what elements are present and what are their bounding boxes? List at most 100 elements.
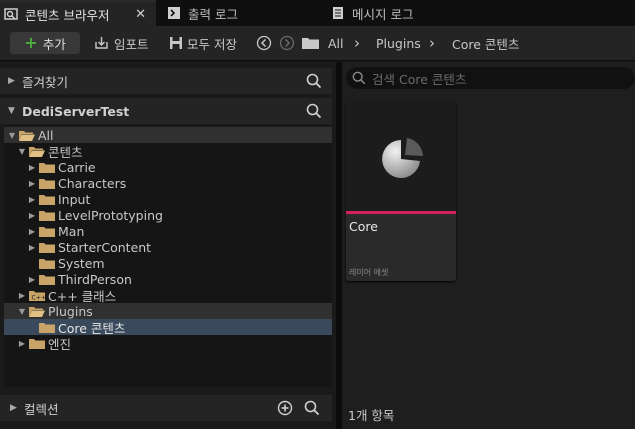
expand-arrow-icon[interactable]: ▶	[27, 275, 37, 284]
folder-icon	[39, 194, 55, 205]
add-button[interactable]: + 추가	[10, 32, 80, 54]
expand-arrow-icon: ▶	[10, 403, 17, 413]
expand-arrow-icon[interactable]: ▶	[27, 163, 37, 172]
expand-arrow-icon[interactable]: ▶	[27, 179, 37, 188]
asset-thumbnail	[346, 103, 456, 211]
collapse-arrow-icon: ▼	[8, 106, 15, 116]
breadcrumb-plugins[interactable]: Plugins	[376, 34, 421, 52]
expand-arrow-icon[interactable]: ▶	[27, 195, 37, 204]
tree-item-label: Plugins	[48, 303, 93, 319]
project-label: DediServerTest	[22, 103, 130, 119]
tab-label: 메시지 로그	[352, 6, 414, 22]
asset-tile[interactable]: Core 레미어 에셋	[346, 103, 456, 281]
folder-icon	[39, 162, 55, 173]
asset-search-input[interactable]: 검색 Core 콘텐츠	[346, 67, 635, 89]
close-icon[interactable]: ✕	[135, 7, 146, 22]
tree-item-label: Input	[58, 191, 91, 207]
item-count: 1개 항목	[348, 408, 395, 423]
import-label: 임포트	[114, 36, 149, 52]
folder-icon	[39, 258, 55, 269]
collections-header[interactable]: ▶ 컬렉션	[0, 395, 332, 421]
breadcrumb-separator[interactable]: ›	[429, 34, 435, 52]
folder-icon	[39, 274, 55, 285]
tree-item-label: 콘텐츠	[48, 144, 83, 160]
folder-open-icon	[29, 146, 45, 157]
back-icon[interactable]	[256, 35, 272, 51]
import-button[interactable]: 임포트	[94, 34, 149, 52]
project-header[interactable]: ▼ DediServerTest	[0, 98, 332, 124]
folder-icon	[302, 38, 319, 49]
search-icon[interactable]	[304, 400, 320, 416]
tab-label: 출력 로그	[188, 6, 238, 22]
tree-item-label: All	[38, 127, 54, 143]
breadcrumb-separator[interactable]: ›	[354, 34, 360, 52]
folder-open-icon	[19, 130, 35, 141]
asset-type-label: 레미어 에셋	[349, 268, 389, 277]
save-all-button[interactable]: 모두 저장	[169, 34, 237, 52]
add-label: 추가	[42, 36, 66, 52]
folder-open-icon	[29, 306, 45, 317]
expand-arrow-icon[interactable]: ▶	[27, 211, 37, 220]
tree-item-label: Carrie	[58, 159, 96, 175]
tab-content-browser[interactable]: 콘텐츠 브라우저 ✕	[0, 0, 156, 26]
breadcrumb-all[interactable]: All	[328, 34, 344, 52]
tree-item[interactable]: ▶ StarterContent	[4, 239, 332, 255]
tree-item[interactable]: ▶ Man	[4, 223, 332, 239]
tree-item[interactable]: ▶ 엔진	[4, 335, 332, 352]
tree-item-label: 엔진	[48, 336, 72, 352]
tab-label: 콘텐츠 브라우저	[25, 7, 110, 23]
plus-icon: +	[24, 33, 38, 52]
toolbar: + 추가 임포트 모두 저장 All › Plugins › Core 콘텐츠	[0, 26, 635, 61]
tab-output-log[interactable]: 출력 로그	[163, 0, 313, 26]
collapse-arrow-icon[interactable]: ▼	[7, 131, 17, 140]
folder-icon	[39, 226, 55, 237]
folder-icon	[29, 338, 45, 349]
tree-item[interactable]: ▶ C++ C++ 클래스	[4, 287, 332, 304]
expand-arrow-icon[interactable]: ▶	[17, 339, 27, 348]
add-collection-icon[interactable]	[277, 400, 293, 416]
asset-view-panel: 검색 Core 콘텐츠 Core 레미어 에셋 1개 항목	[342, 62, 635, 429]
tree-item[interactable]: System	[4, 255, 332, 271]
search-icon	[352, 71, 366, 85]
terminal-icon	[168, 7, 180, 19]
search-icon[interactable]	[306, 73, 322, 89]
forward-icon[interactable]	[279, 35, 295, 51]
tree-item-label: LevelPrototyping	[58, 207, 163, 223]
folder-icon	[39, 242, 55, 253]
tab-bar: 콘텐츠 브라우저 ✕ 출력 로그 메시지 로그	[0, 0, 635, 26]
folder-icon	[39, 178, 55, 189]
breadcrumb-core-content[interactable]: Core 콘텐츠	[452, 34, 519, 52]
pie-chart-icon	[382, 138, 423, 178]
collapse-arrow-icon[interactable]: ▼	[17, 307, 27, 316]
expand-arrow-icon[interactable]: ▶	[17, 291, 27, 300]
message-log-icon	[333, 7, 343, 19]
asset-type-color-bar	[346, 211, 456, 214]
tree-item[interactable]: ▶ Characters	[4, 175, 332, 191]
expand-arrow-icon[interactable]: ▶	[27, 227, 37, 236]
tree-item-label: Characters	[58, 175, 127, 191]
asset-name: Core	[349, 219, 378, 234]
tab-message-log[interactable]: 메시지 로그	[327, 0, 477, 26]
save-all-label: 모두 저장	[187, 36, 237, 52]
tree-item[interactable]: ▶ Input	[4, 191, 332, 207]
tree-item-label: System	[58, 255, 105, 271]
tree-item-label: StarterContent	[58, 239, 152, 255]
tree-item[interactable]: ▶ LevelPrototyping	[4, 207, 332, 223]
expand-arrow-icon: ▶	[8, 76, 15, 86]
tree-item-label: ThirdPerson	[58, 271, 132, 287]
tree-item-label: Man	[58, 223, 85, 239]
search-icon[interactable]	[306, 103, 322, 119]
favorites-header[interactable]: ▶ 즐겨찾기	[0, 68, 332, 94]
save-icon	[170, 37, 182, 49]
tree-item[interactable]: ▶ Carrie	[4, 159, 332, 175]
collapse-arrow-icon[interactable]: ▼	[17, 147, 27, 156]
search-placeholder: 검색 Core 콘텐츠	[372, 71, 467, 87]
expand-arrow-icon[interactable]: ▶	[27, 243, 37, 252]
collections-label: 컬렉션	[24, 401, 59, 417]
tree-item[interactable]: ▼ Plugins	[4, 303, 332, 319]
folder-icon	[39, 322, 55, 333]
tree-item[interactable]: ▼ 콘텐츠	[4, 143, 332, 160]
svg-text:C++: C++	[32, 294, 46, 301]
favorites-label: 즐겨찾기	[22, 74, 69, 90]
folder-icon	[39, 210, 55, 221]
